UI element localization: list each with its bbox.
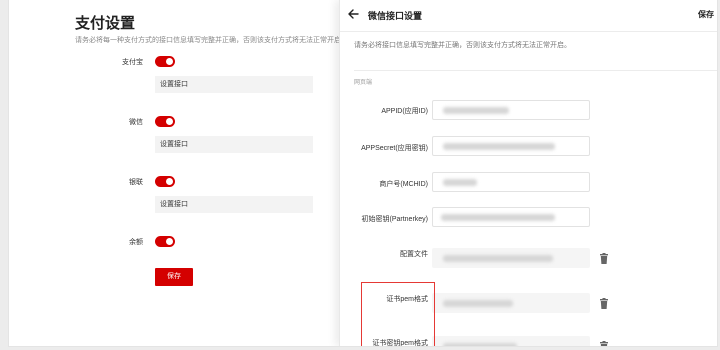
cert-pem-input[interactable] [432,293,590,313]
drawer-description: 请务必将接口信息填写完整并正确，否则该支付方式将无法正常开启。 [354,42,571,49]
config-file-label: 配置文件 [400,251,428,258]
partnerkey-input[interactable] [432,207,590,227]
highlight-box [361,282,435,346]
partnerkey-label: 初始密钥(Partnerkey) [361,216,428,223]
alipay-toggle[interactable] [155,56,175,67]
appsecret-label: APPSecret(应用密钥) [361,145,428,152]
redacted-value [443,300,513,307]
payment-settings-panel: 支付设置 请务必将每一种支付方式的接口信息填写完整并正确，否则该支付方式将无法正… [9,0,345,346]
delete-cert-key-pem-icon[interactable] [599,341,609,347]
page-title: 支付设置 [75,15,136,32]
mchid-input[interactable] [432,172,590,192]
section-label: 网页端 [354,80,373,86]
drawer-save-button[interactable]: 保存 [698,9,714,20]
delete-config-file-icon[interactable] [599,253,609,264]
unionpay-toggle[interactable] [155,176,175,187]
config-file-input[interactable] [432,248,590,268]
redacted-value [443,255,553,262]
wechat-settings-drawer: 微信接口设置 保存 请务必将接口信息填写完整并正确，否则该支付方式将无法正常开启… [339,0,717,347]
redacted-value [443,343,517,346]
back-arrow-icon[interactable] [346,7,360,21]
appid-label: APPID(应用ID) [381,108,428,115]
balance-label: 余额 [129,239,143,246]
mchid-label: 商户号(MCHID) [379,181,428,188]
redacted-value [441,214,555,221]
alipay-label: 支付宝 [122,59,143,66]
redacted-value [443,107,509,114]
unionpay-config-button[interactable]: 设置接口 [155,196,313,213]
alipay-config-button[interactable]: 设置接口 [155,76,313,93]
cert-key-pem-input[interactable] [432,336,590,346]
unionpay-label: 银联 [129,179,143,186]
redacted-value [443,179,477,186]
page-description: 请务必将每一种支付方式的接口信息填写完整并正确，否则该支付方式将无法正常开启。 [75,37,345,44]
wechat-label: 微信 [129,119,143,126]
appid-input[interactable] [432,100,590,120]
divider [340,31,717,32]
balance-toggle[interactable] [155,236,175,247]
divider [354,70,717,71]
delete-cert-pem-icon[interactable] [599,298,609,309]
wechat-config-button[interactable]: 设置接口 [155,136,313,153]
wechat-toggle[interactable] [155,116,175,127]
window: 支付设置 请务必将每一种支付方式的接口信息填写完整并正确，否则该支付方式将无法正… [8,0,718,347]
redacted-value [443,143,555,150]
appsecret-input[interactable] [432,136,590,156]
save-button[interactable]: 保存 [155,268,193,286]
drawer-title: 微信接口设置 [368,11,423,21]
